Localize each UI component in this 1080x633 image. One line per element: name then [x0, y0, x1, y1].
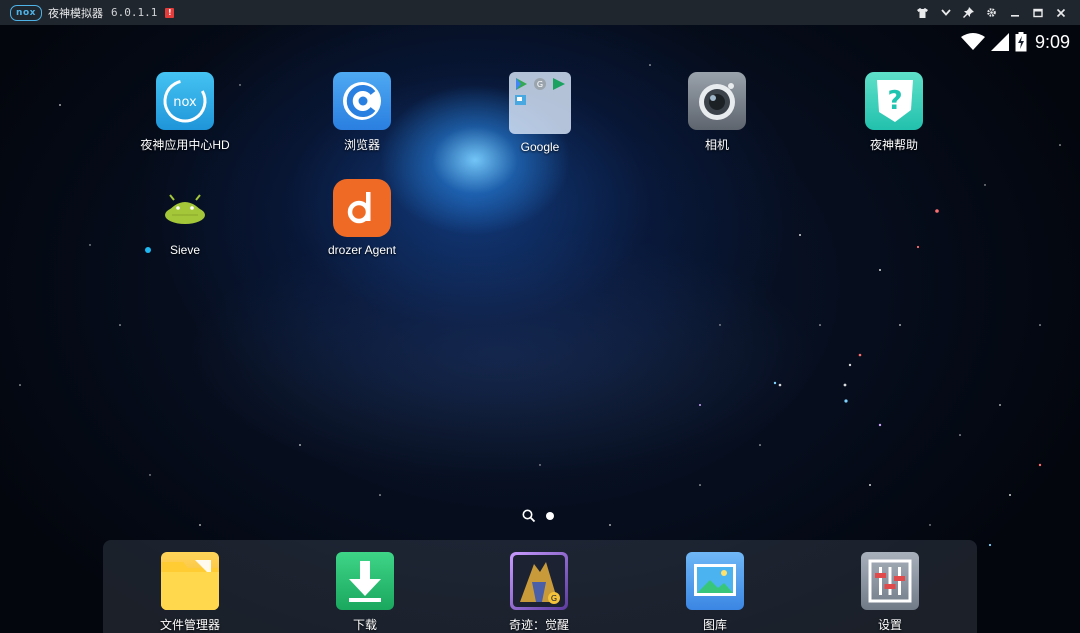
folder-icon — [161, 552, 219, 610]
app-drozer-agent[interactable]: drozer Agent — [297, 179, 427, 257]
app-label: 下载 — [352, 618, 377, 632]
version-label: 6.0.1.1 — [111, 6, 158, 19]
window-controls — [911, 0, 1072, 25]
maximize-icon[interactable] — [1026, 0, 1049, 25]
app-label: drozer Agent — [327, 243, 397, 257]
download-icon — [336, 552, 394, 610]
app-sieve[interactable]: Sieve — [120, 179, 250, 257]
drozer-icon — [333, 179, 391, 237]
dock-file-manager[interactable]: 文件管理器 — [125, 552, 255, 633]
app-nox-help[interactable]: ? 夜神帮助 — [829, 72, 959, 153]
app-label: 相机 — [704, 138, 729, 152]
window-title: 夜神模拟器 — [48, 6, 103, 20]
app-google-folder[interactable]: G Google — [475, 72, 605, 154]
app-label: 图库 — [702, 618, 727, 632]
clock: 9:09 — [1034, 31, 1070, 52]
shirt-icon[interactable] — [911, 0, 934, 25]
pin-icon[interactable] — [957, 0, 980, 25]
browser-icon — [333, 72, 391, 130]
app-label: 奇迹：觉醒 — [508, 618, 569, 632]
dock-settings[interactable]: 设置 — [825, 552, 955, 633]
app-nox-app-center[interactable]: nox 夜神应用中心HD — [120, 72, 250, 153]
new-install-dot — [145, 247, 151, 253]
signal-icon — [990, 33, 1009, 51]
app-label: Google — [520, 140, 560, 154]
home-screen[interactable]: 9:09 nox 夜神应用中心HD 浏览器 G Google 相机 ? 夜神帮助… — [0, 25, 1080, 633]
nox-help-icon: ? — [865, 72, 923, 130]
page-indicator — [522, 509, 554, 523]
app-label: 夜神应用中心HD — [140, 138, 230, 152]
dock-download[interactable]: 下载 — [300, 552, 430, 633]
gear-icon[interactable] — [980, 0, 1003, 25]
game-icon: G — [510, 552, 568, 610]
page-dot-active[interactable] — [546, 512, 554, 520]
title-bar: nox 夜神模拟器 6.0.1.1 ! — [0, 0, 1080, 25]
wifi-icon — [960, 33, 985, 50]
app-label: Sieve — [169, 243, 201, 257]
update-badge[interactable]: ! — [165, 7, 175, 18]
camera-icon — [688, 72, 746, 130]
app-browser[interactable]: 浏览器 — [297, 72, 427, 153]
app-label: 文件管理器 — [159, 618, 220, 632]
dock-gallery[interactable]: 图库 — [650, 552, 780, 633]
close-icon[interactable] — [1049, 0, 1072, 25]
nox-app-center-icon: nox — [156, 72, 214, 130]
chevron-down-icon[interactable] — [934, 0, 957, 25]
svg-text:G: G — [537, 80, 543, 89]
status-bar: 9:09 — [960, 29, 1070, 55]
gallery-icon — [686, 552, 744, 610]
settings-icon — [861, 552, 919, 610]
google-folder-icon: G — [509, 72, 571, 134]
svg-text:?: ? — [887, 86, 902, 116]
nox-logo: nox — [10, 4, 42, 21]
svg-text:nox: nox — [173, 95, 197, 110]
minimize-icon[interactable] — [1003, 0, 1026, 25]
dock-game[interactable]: G 奇迹：觉醒 — [474, 552, 604, 633]
app-label: 浏览器 — [343, 138, 380, 152]
svg-text:G: G — [551, 594, 557, 603]
app-label: 夜神帮助 — [869, 138, 918, 152]
search-icon[interactable] — [522, 509, 536, 523]
android-sieve-icon — [156, 179, 214, 237]
battery-charging-icon — [1015, 32, 1027, 52]
app-label: 设置 — [877, 618, 902, 632]
app-label-row: Sieve — [120, 243, 250, 257]
dock: 文件管理器 下载 G 奇迹：觉醒 图库 设置 — [103, 540, 977, 633]
app-camera[interactable]: 相机 — [652, 72, 782, 153]
